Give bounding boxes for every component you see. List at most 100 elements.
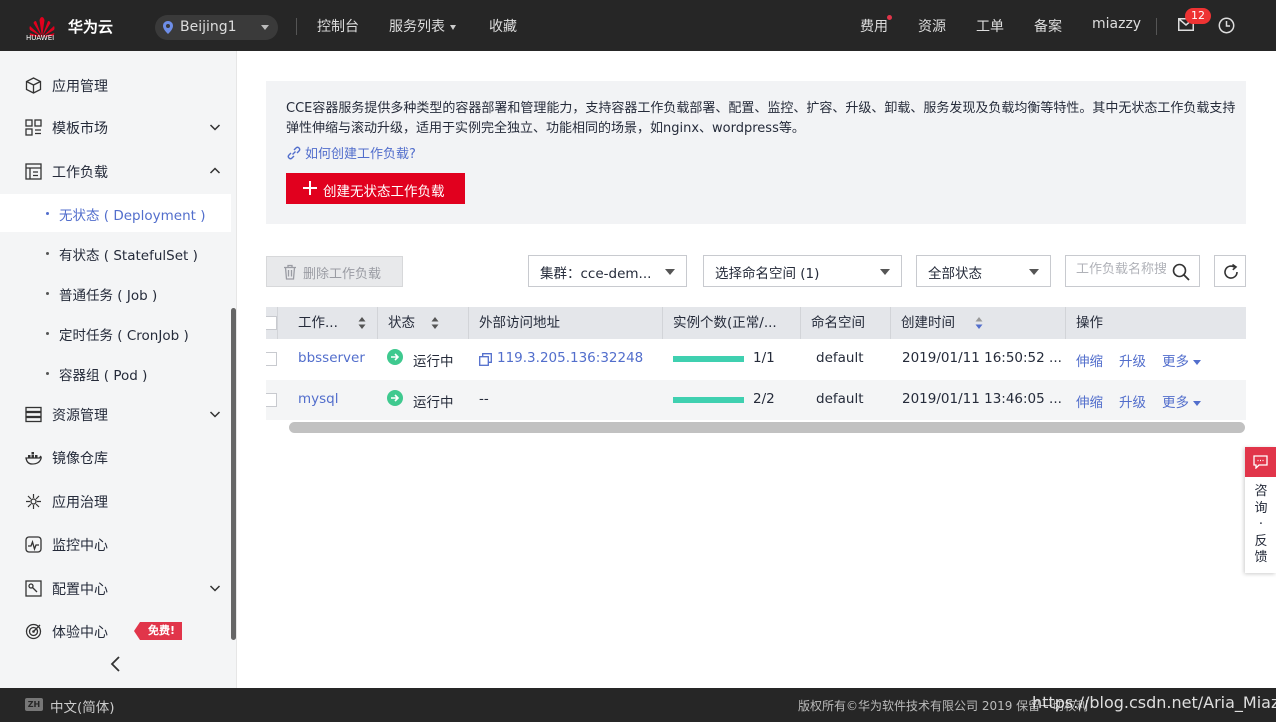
- namespace-value: default: [816, 350, 864, 366]
- sidebar-subitem-cronjob[interactable]: 定时任务 ( CronJob ): [0, 314, 231, 352]
- user-menu[interactable]: miazzy: [1092, 16, 1141, 32]
- sidebar-subitem-pod[interactable]: 容器组 ( Pod ): [0, 354, 231, 392]
- workload-name-link[interactable]: mysql: [298, 391, 339, 407]
- sidebar-item-app-governance[interactable]: 应用治理: [0, 481, 231, 521]
- namespace-value: default: [816, 391, 864, 407]
- nav-service-list[interactable]: 服务列表: [389, 16, 456, 36]
- instance-count: 1/1: [753, 350, 775, 366]
- column-header-actions: 操作: [1066, 307, 1246, 339]
- scale-action-link[interactable]: 伸缩: [1076, 391, 1103, 411]
- table-header: 工作... 状态 外部访问地址 实例个数(正常/... 命名空间 创建时间 操作: [266, 307, 1246, 339]
- column-header-created[interactable]: 创建时间: [891, 307, 1066, 339]
- scale-action-link[interactable]: 伸缩: [1076, 350, 1103, 370]
- sidebar-item-resource-management[interactable]: 资源管理: [0, 394, 231, 434]
- nav-tickets[interactable]: 工单: [976, 16, 1004, 36]
- chevron-down-icon: [450, 24, 456, 30]
- language-icon: ZH: [25, 698, 43, 711]
- upgrade-action-link[interactable]: 升级: [1119, 391, 1146, 411]
- refresh-button[interactable]: [1214, 255, 1246, 287]
- sort-icon[interactable]: [431, 316, 439, 330]
- chevron-down-icon: [209, 124, 221, 131]
- sidebar-item-template-market[interactable]: 模板市场: [0, 107, 231, 147]
- table-row: bbsserver 运行中 119.3.205.136:32248 1/1 de…: [266, 339, 1246, 379]
- table-horizontal-scrollbar[interactable]: [289, 422, 1245, 433]
- workload-icon: [25, 163, 42, 180]
- external-address-value: --: [479, 391, 489, 407]
- chat-icon: [1253, 455, 1268, 469]
- chevron-down-icon: [1193, 400, 1201, 406]
- watermark-text: https://blog.csdn.net/Aria_Miazzy: [1032, 693, 1276, 712]
- nav-resources[interactable]: 资源: [918, 16, 946, 36]
- delete-workload-button[interactable]: 删除工作负载: [266, 256, 403, 287]
- help-link-label: 如何创建工作负载?: [305, 147, 416, 162]
- sidebar-item-label: 应用管理: [52, 79, 108, 95]
- message-count-badge: 12: [1185, 8, 1211, 24]
- region-selector[interactable]: Beijing1: [155, 15, 278, 40]
- sidebar-item-label: 工作负载: [52, 165, 108, 181]
- select-all-cell: [266, 307, 278, 339]
- external-address-link[interactable]: 119.3.205.136:32248: [497, 350, 643, 366]
- nav-service-list-label: 服务列表: [389, 19, 445, 35]
- nav-console[interactable]: 控制台: [317, 16, 359, 36]
- cluster-select-value: 集群：cce-dem...: [540, 266, 652, 282]
- sort-desc-icon[interactable]: [975, 316, 983, 330]
- column-header-name[interactable]: 工作...: [278, 307, 378, 339]
- status-text: 运行中: [413, 395, 454, 411]
- language-switcher[interactable]: 中文(简体): [50, 696, 115, 716]
- upgrade-action-link[interactable]: 升级: [1119, 350, 1146, 370]
- sidebar-subitem-statefulset[interactable]: 有状态 ( StatefulSet ): [0, 234, 231, 272]
- sidebar-item-label: 镜像仓库: [52, 451, 108, 467]
- bullet: [46, 292, 49, 295]
- link-icon: [287, 146, 301, 160]
- column-label: 操作: [1076, 315, 1103, 331]
- search-icon[interactable]: [1172, 263, 1190, 281]
- column-label: 工作...: [298, 315, 338, 331]
- feedback-widget[interactable]: 咨询·反馈: [1245, 447, 1276, 573]
- sidebar-subitem-job[interactable]: 普通任务 ( Job ): [0, 274, 231, 312]
- nav-billing[interactable]: 费用: [860, 16, 888, 36]
- delete-button-label: 删除工作负载: [303, 267, 382, 282]
- clock-icon[interactable]: [1218, 17, 1235, 34]
- sidebar-scrollbar[interactable]: [231, 308, 236, 640]
- row-checkbox[interactable]: [266, 393, 277, 407]
- sidebar-subitem-deployment[interactable]: 无状态 ( Deployment ): [0, 194, 231, 232]
- sidebar-item-monitoring[interactable]: 监控中心: [0, 524, 231, 564]
- workload-name-link[interactable]: bbsserver: [298, 350, 365, 366]
- column-header-status[interactable]: 状态: [378, 307, 469, 339]
- plus-icon: [303, 181, 317, 195]
- notification-dot: [887, 15, 892, 20]
- instance-progress-bar: [673, 356, 744, 362]
- chevron-down-icon: [1193, 359, 1201, 365]
- sidebar-item-app-management[interactable]: 应用管理: [0, 65, 231, 105]
- server-icon: [25, 406, 42, 423]
- cube-icon: [25, 77, 42, 94]
- namespace-select[interactable]: 选择命名空间 (1): [703, 255, 902, 287]
- more-actions-dropdown[interactable]: 更多: [1162, 391, 1201, 411]
- brand-title[interactable]: 华为云: [68, 16, 113, 37]
- divider: [296, 18, 297, 35]
- sidebar-item-config-center[interactable]: 配置中心: [0, 568, 231, 608]
- row-checkbox[interactable]: [266, 352, 277, 366]
- sidebar-item-workload[interactable]: 工作负载: [0, 151, 231, 191]
- copy-icon[interactable]: [479, 353, 492, 366]
- collapse-sidebar-icon[interactable]: [108, 655, 124, 673]
- more-actions-dropdown[interactable]: 更多: [1162, 350, 1201, 370]
- instance-progress-bar: [673, 397, 744, 403]
- status-select-value: 全部状态: [928, 266, 982, 282]
- nav-icp[interactable]: 备案: [1034, 16, 1062, 36]
- cluster-select[interactable]: 集群：cce-dem...: [528, 255, 687, 287]
- sidebar-item-image-repository[interactable]: 镜像仓库: [0, 437, 231, 477]
- sort-icon[interactable]: [358, 316, 366, 330]
- region-label: Beijing1: [180, 19, 237, 35]
- column-label: 创建时间: [901, 315, 955, 331]
- select-all-checkbox[interactable]: [266, 316, 277, 330]
- sidebar-item-experience-center[interactable]: 体验中心 免费!: [0, 611, 231, 651]
- nav-favorites[interactable]: 收藏: [489, 16, 517, 36]
- help-link[interactable]: 如何创建工作负载?: [286, 143, 416, 162]
- create-deployment-button[interactable]: 创建无状态工作负载: [286, 173, 465, 204]
- create-button-label: 创建无状态工作负载: [323, 184, 445, 200]
- status-select[interactable]: 全部状态: [916, 255, 1051, 287]
- search-input[interactable]: [1076, 262, 1166, 277]
- target-icon: [25, 623, 42, 640]
- grid-icon: [25, 119, 42, 136]
